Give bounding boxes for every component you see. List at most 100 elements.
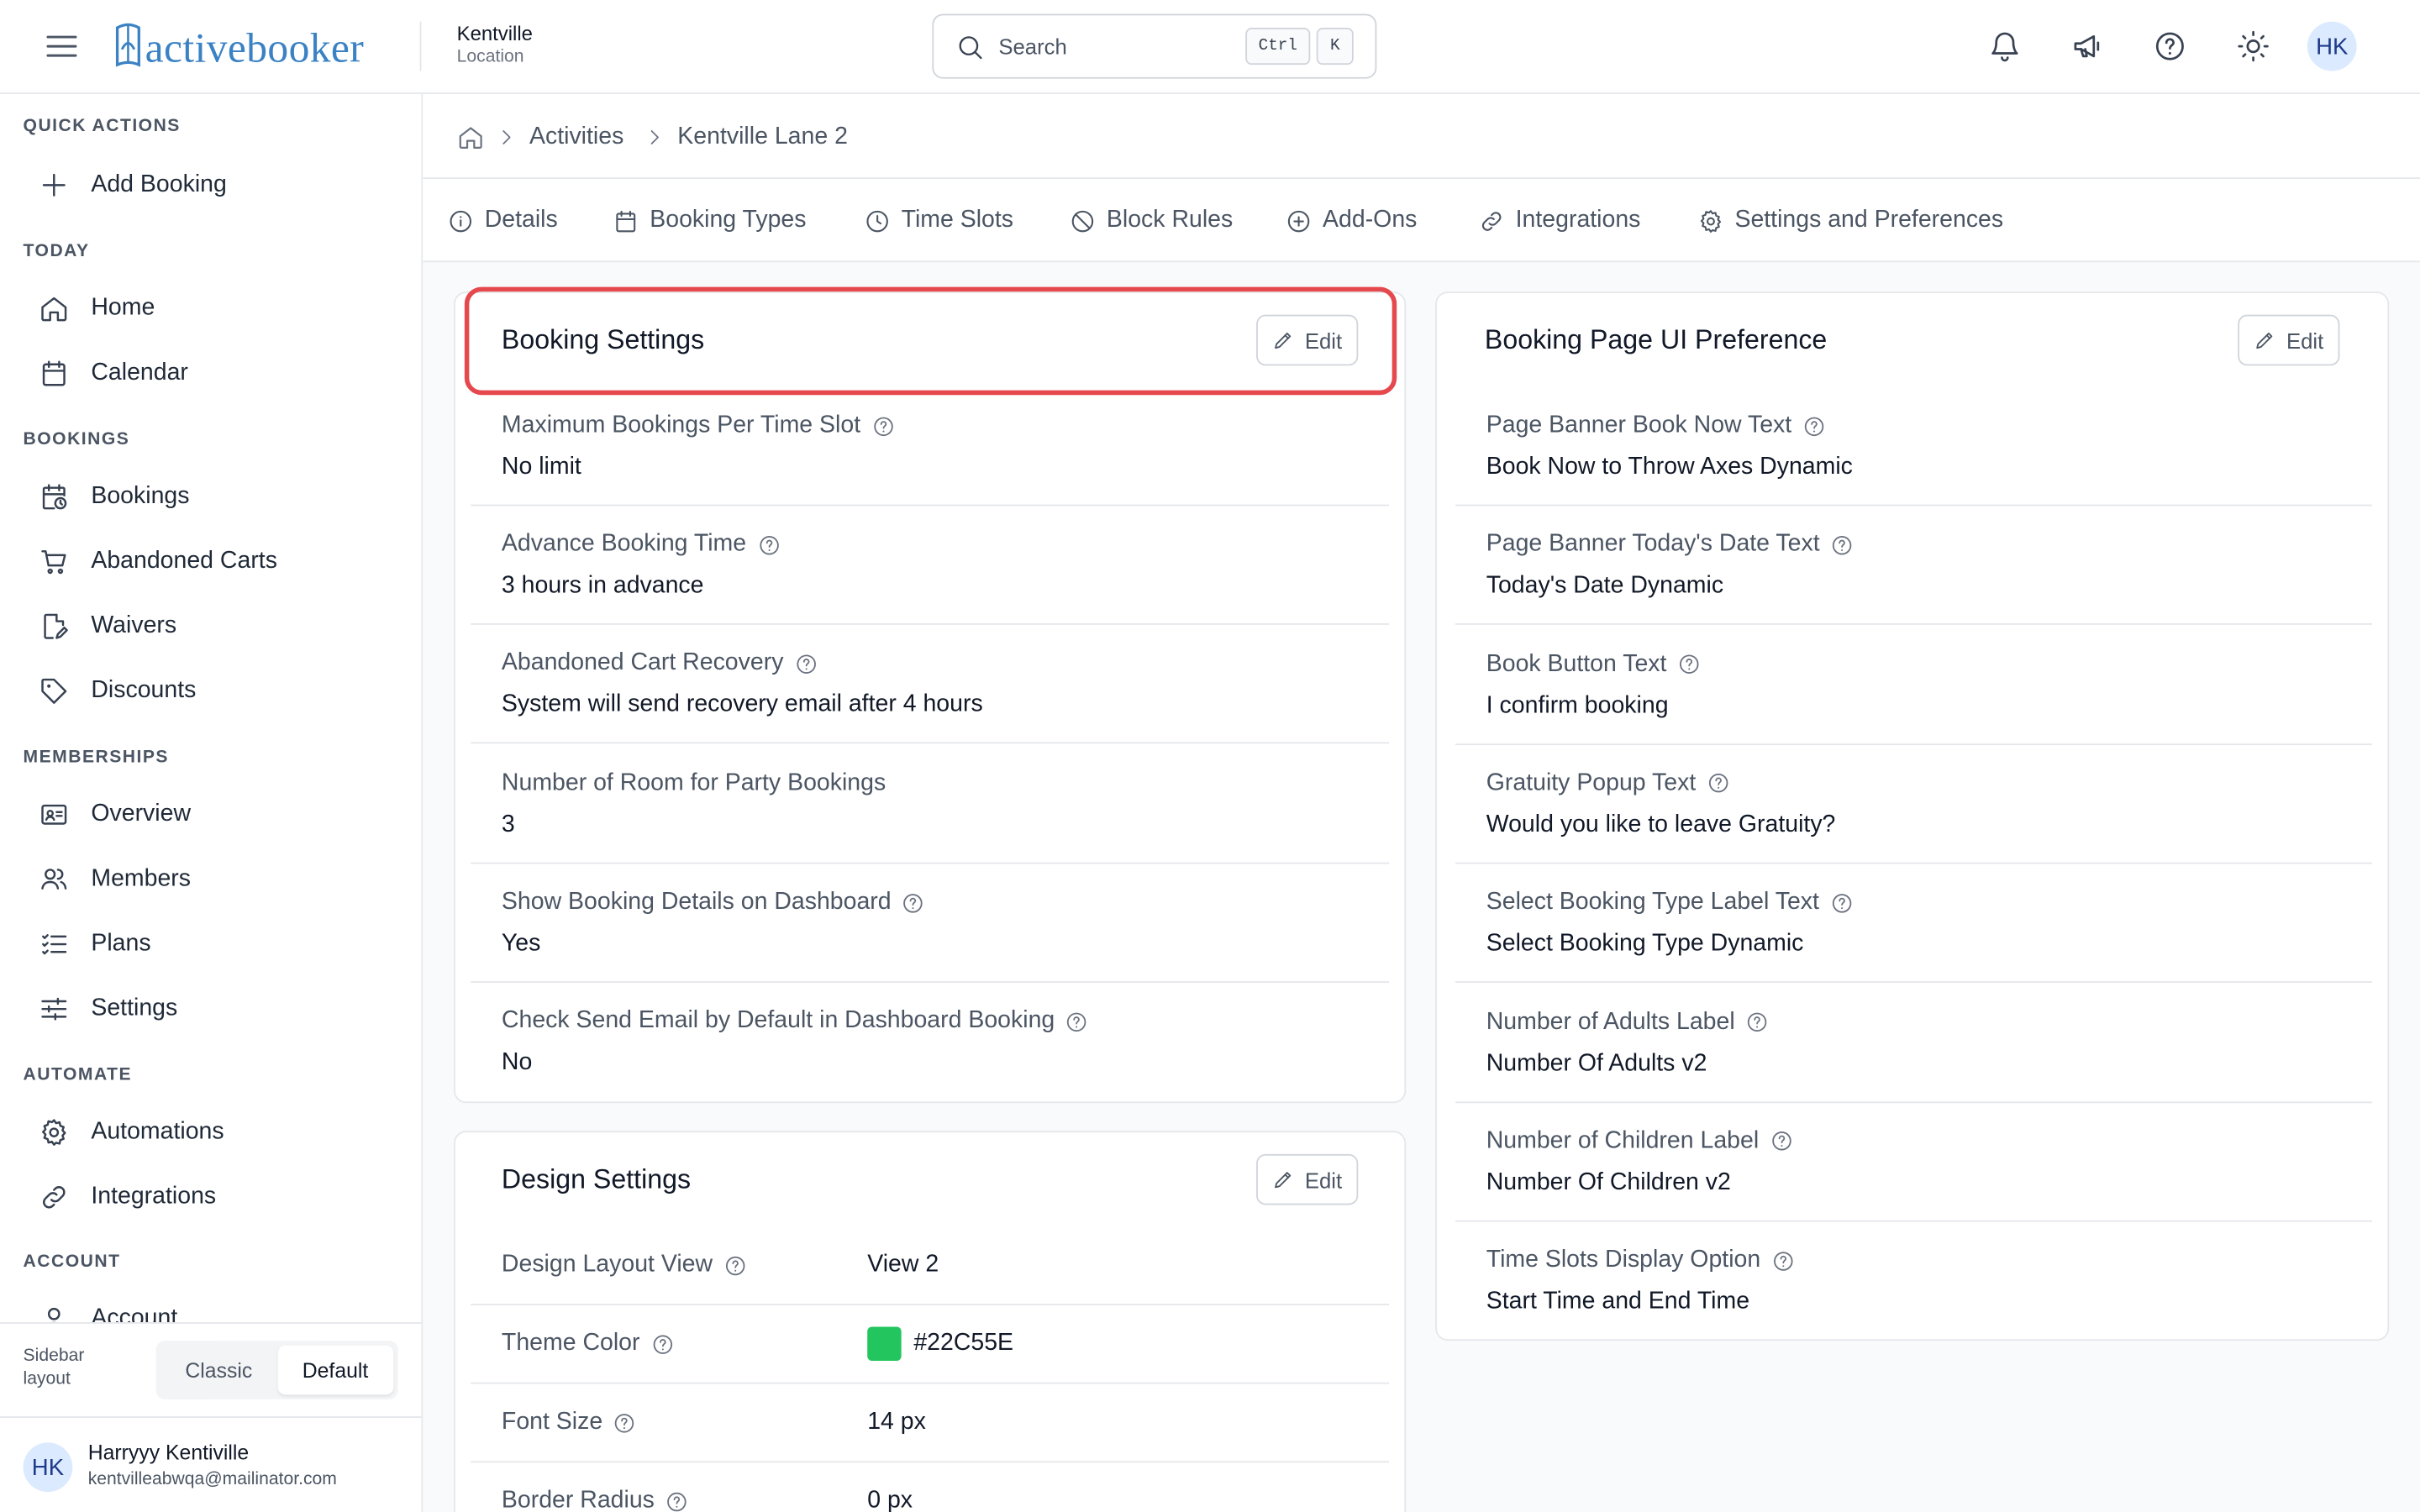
layout-classic-button[interactable]: Classic xyxy=(160,1346,277,1395)
section-quick-actions: QUICK ACTIONS xyxy=(23,117,181,136)
preference-label: Gratuity Popup Text xyxy=(1486,768,1730,799)
help-icon[interactable] xyxy=(1802,414,1826,438)
preference-value: Start Time and End Time xyxy=(1486,1288,1750,1315)
tab-add-ons[interactable]: Add-Ons xyxy=(1286,203,1417,237)
tab-label: Add-Ons xyxy=(1323,207,1418,234)
tab-label: Integrations xyxy=(1515,207,1641,234)
setting-value: 3 hours in advance xyxy=(501,572,704,599)
avatar[interactable]: HK xyxy=(2307,21,2357,71)
sidebar-item-waivers[interactable]: Waivers xyxy=(37,605,176,648)
sun-icon[interactable] xyxy=(2228,22,2278,71)
preference-row: Gratuity Popup Text Would you like to lea… xyxy=(1455,768,2373,864)
menu-icon[interactable] xyxy=(43,28,80,65)
search-icon xyxy=(955,32,985,61)
edit-button[interactable]: Edit xyxy=(2238,314,2340,366)
setting-row: Check Send Email by Default in Dashboard… xyxy=(471,1006,1389,1091)
sidebar-item-abandoned-carts[interactable]: Abandoned Carts xyxy=(37,540,277,583)
help-icon[interactable] xyxy=(1746,1011,1770,1034)
pencil-icon xyxy=(1272,1168,1296,1191)
tab-integrations[interactable]: Integrations xyxy=(1479,203,1641,237)
preference-value: I confirm booking xyxy=(1486,691,1669,719)
setting-row: Maximum Bookings Per Time Slot No limit xyxy=(471,411,1390,507)
sidebar-item-settings[interactable]: Settings xyxy=(37,987,177,1030)
preference-value: Number Of Children v2 xyxy=(1486,1168,1731,1196)
tab-time-slots[interactable]: Time Slots xyxy=(865,203,1013,237)
sidebar-item-bookings[interactable]: Bookings xyxy=(37,475,189,518)
help-icon[interactable] xyxy=(757,533,781,557)
sidebar-item-overview[interactable]: Overview xyxy=(37,793,191,836)
help-icon[interactable] xyxy=(613,1411,637,1435)
home-icon[interactable] xyxy=(457,120,485,154)
breadcrumb-activities[interactable]: Activities xyxy=(529,120,623,154)
calendar-icon xyxy=(613,207,639,234)
location-switcher[interactable]: Kentville Location xyxy=(457,22,533,70)
user-profile[interactable]: HK Harryyy Kentiville kentvilleabwqa@mai… xyxy=(0,1416,422,1512)
sidebar-item-calendar[interactable]: Calendar xyxy=(37,352,188,395)
logo[interactable]: activebooker xyxy=(111,18,364,71)
logo-mark-icon xyxy=(115,23,140,67)
setting-label: Advance Booking Time xyxy=(502,529,781,560)
preference-value: Would you like to leave Gratuity? xyxy=(1486,811,1836,838)
tab-details[interactable]: Details xyxy=(448,203,558,237)
edit-button[interactable]: Edit xyxy=(1256,314,1359,366)
help-icon[interactable] xyxy=(666,1489,689,1512)
setting-label-text: Show Booking Details on Dashboard xyxy=(501,888,892,916)
users-icon xyxy=(37,863,71,896)
tab-booking-types[interactable]: Booking Types xyxy=(613,203,807,237)
preference-row: Number of Children Label Number Of Childr… xyxy=(1455,1126,2373,1222)
help-circle-icon[interactable] xyxy=(2145,22,2195,71)
search-input[interactable]: Search Ctrl K xyxy=(932,13,1377,79)
help-icon[interactable] xyxy=(1770,1130,1793,1153)
gear-icon xyxy=(1697,207,1723,234)
help-icon[interactable] xyxy=(1830,891,1854,915)
chevron-right-icon xyxy=(644,120,666,154)
sidebar-item-add-booking[interactable]: Add Booking xyxy=(37,164,227,207)
megaphone-icon[interactable] xyxy=(2064,22,2113,71)
help-icon[interactable] xyxy=(1065,1010,1089,1033)
setting-value: Yes xyxy=(501,930,541,957)
tab-label: Details xyxy=(484,207,558,234)
tab-label: Block Rules xyxy=(1106,207,1234,234)
preference-value: Book Now to Throw Axes Dynamic xyxy=(1486,453,1853,480)
setting-value: View 2 xyxy=(867,1251,939,1278)
help-icon[interactable] xyxy=(1830,533,1854,557)
help-icon[interactable] xyxy=(1707,772,1730,795)
preference-row: Page Banner Today's Date Text Today's Dat… xyxy=(1455,530,2373,626)
sidebar-item-members[interactable]: Members xyxy=(37,858,191,900)
help-icon[interactable] xyxy=(1677,653,1701,676)
plus-icon xyxy=(37,168,71,202)
help-icon[interactable] xyxy=(1771,1249,1795,1273)
sidebar-item-integrations[interactable]: Integrations xyxy=(37,1176,216,1219)
preference-label-text: Number of Adults Label xyxy=(1486,1008,1735,1035)
preference-label-text: Page Banner Book Now Text xyxy=(1486,412,1792,438)
setting-row: Number of Room for Party Bookings 3 xyxy=(471,769,1390,864)
preference-row: Number of Adults Label Number Of Adults v… xyxy=(1455,1006,2373,1103)
setting-label: Maximum Bookings Per Time Slot xyxy=(502,411,895,442)
section-account: ACCOUNT xyxy=(23,1252,121,1272)
setting-value: 0 px xyxy=(867,1487,913,1512)
help-icon[interactable] xyxy=(794,652,818,675)
sidebar-item-automations[interactable]: Automations xyxy=(37,1110,224,1153)
tab-block-rules[interactable]: Block Rules xyxy=(1070,203,1233,237)
setting-value: 3 xyxy=(501,811,515,838)
help-icon[interactable] xyxy=(871,414,895,438)
sidebar-item-home[interactable]: Home xyxy=(37,287,155,330)
help-icon[interactable] xyxy=(650,1332,674,1356)
shortcut-k: K xyxy=(1316,28,1354,66)
setting-row: Design Layout View View 2 xyxy=(471,1226,1390,1305)
edit-button[interactable]: Edit xyxy=(1256,1153,1359,1205)
breadcrumb-current: Kentville Lane 2 xyxy=(677,123,848,150)
sidebar-item-plans[interactable]: Plans xyxy=(37,922,151,965)
card-title: Booking Settings xyxy=(501,323,705,355)
bell-icon[interactable] xyxy=(1980,22,2029,71)
help-icon[interactable] xyxy=(902,891,925,915)
tab-label: Time Slots xyxy=(901,207,1014,234)
layout-default-button[interactable]: Default xyxy=(276,1345,394,1395)
divider xyxy=(419,21,422,71)
setting-label-text: Number of Room for Party Bookings xyxy=(501,769,886,796)
help-icon[interactable] xyxy=(723,1253,747,1277)
shortcut-ctrl: Ctrl xyxy=(1245,28,1311,66)
sidebar-item-discounts[interactable]: Discounts xyxy=(37,669,196,712)
preference-label: Select Booking Type Label Text xyxy=(1486,887,1854,918)
tab-settings[interactable]: Settings and Preferences xyxy=(1697,203,2003,237)
